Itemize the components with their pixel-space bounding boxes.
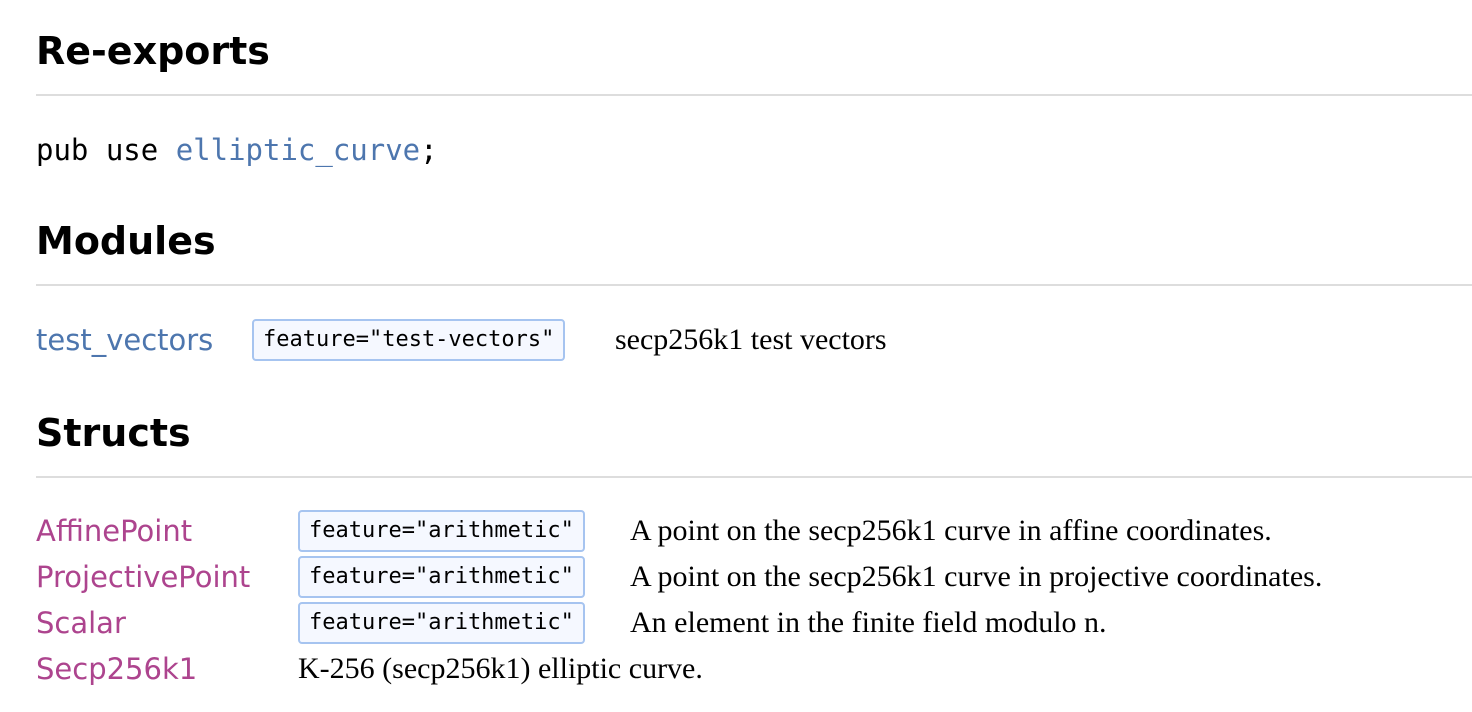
reexport-keyword: pub use: [36, 133, 176, 167]
struct-row: Scalar: [36, 601, 126, 645]
feature-badge: feature="arithmetic": [298, 556, 585, 598]
section-heading-modules[interactable]: Modules: [36, 190, 1472, 286]
struct-row: Secp256k1: [36, 647, 197, 691]
struct-link[interactable]: AffinePoint: [36, 514, 192, 548]
struct-link[interactable]: Secp256k1: [36, 652, 197, 686]
struct-row: AffinePoint: [36, 509, 192, 553]
struct-description: A point on the secp256k1 curve in projec…: [630, 560, 1323, 593]
struct-description: A point on the secp256k1 curve in affine…: [630, 514, 1272, 547]
section-heading-modules-label: Modules: [36, 219, 216, 263]
section-heading-reexports[interactable]: Re-exports: [36, 0, 1472, 96]
module-description: secp256k1 test vectors: [615, 323, 887, 356]
section-heading-structs[interactable]: Structs: [36, 382, 1472, 478]
struct-description: An element in the finite field modulo n.: [630, 606, 1107, 639]
struct-link[interactable]: ProjectivePoint: [36, 560, 250, 594]
struct-description: K-256 (secp256k1) elliptic curve.: [298, 652, 703, 685]
feature-badge: feature="arithmetic": [298, 602, 585, 644]
struct-row: ProjectivePoint: [36, 555, 250, 599]
feature-badge: feature="test-vectors": [252, 319, 566, 361]
section-heading-reexports-label: Re-exports: [36, 29, 270, 73]
feature-badge: feature="arithmetic": [298, 510, 585, 552]
section-heading-structs-label: Structs: [36, 411, 191, 455]
module-row: test_vectors: [36, 318, 213, 362]
struct-link[interactable]: Scalar: [36, 606, 126, 640]
reexport-module-link[interactable]: elliptic_curve: [176, 133, 420, 167]
reexport-terminator: ;: [420, 133, 438, 167]
module-link[interactable]: test_vectors: [36, 323, 213, 357]
reexport-line: pub use elliptic_curve;: [36, 128, 438, 172]
